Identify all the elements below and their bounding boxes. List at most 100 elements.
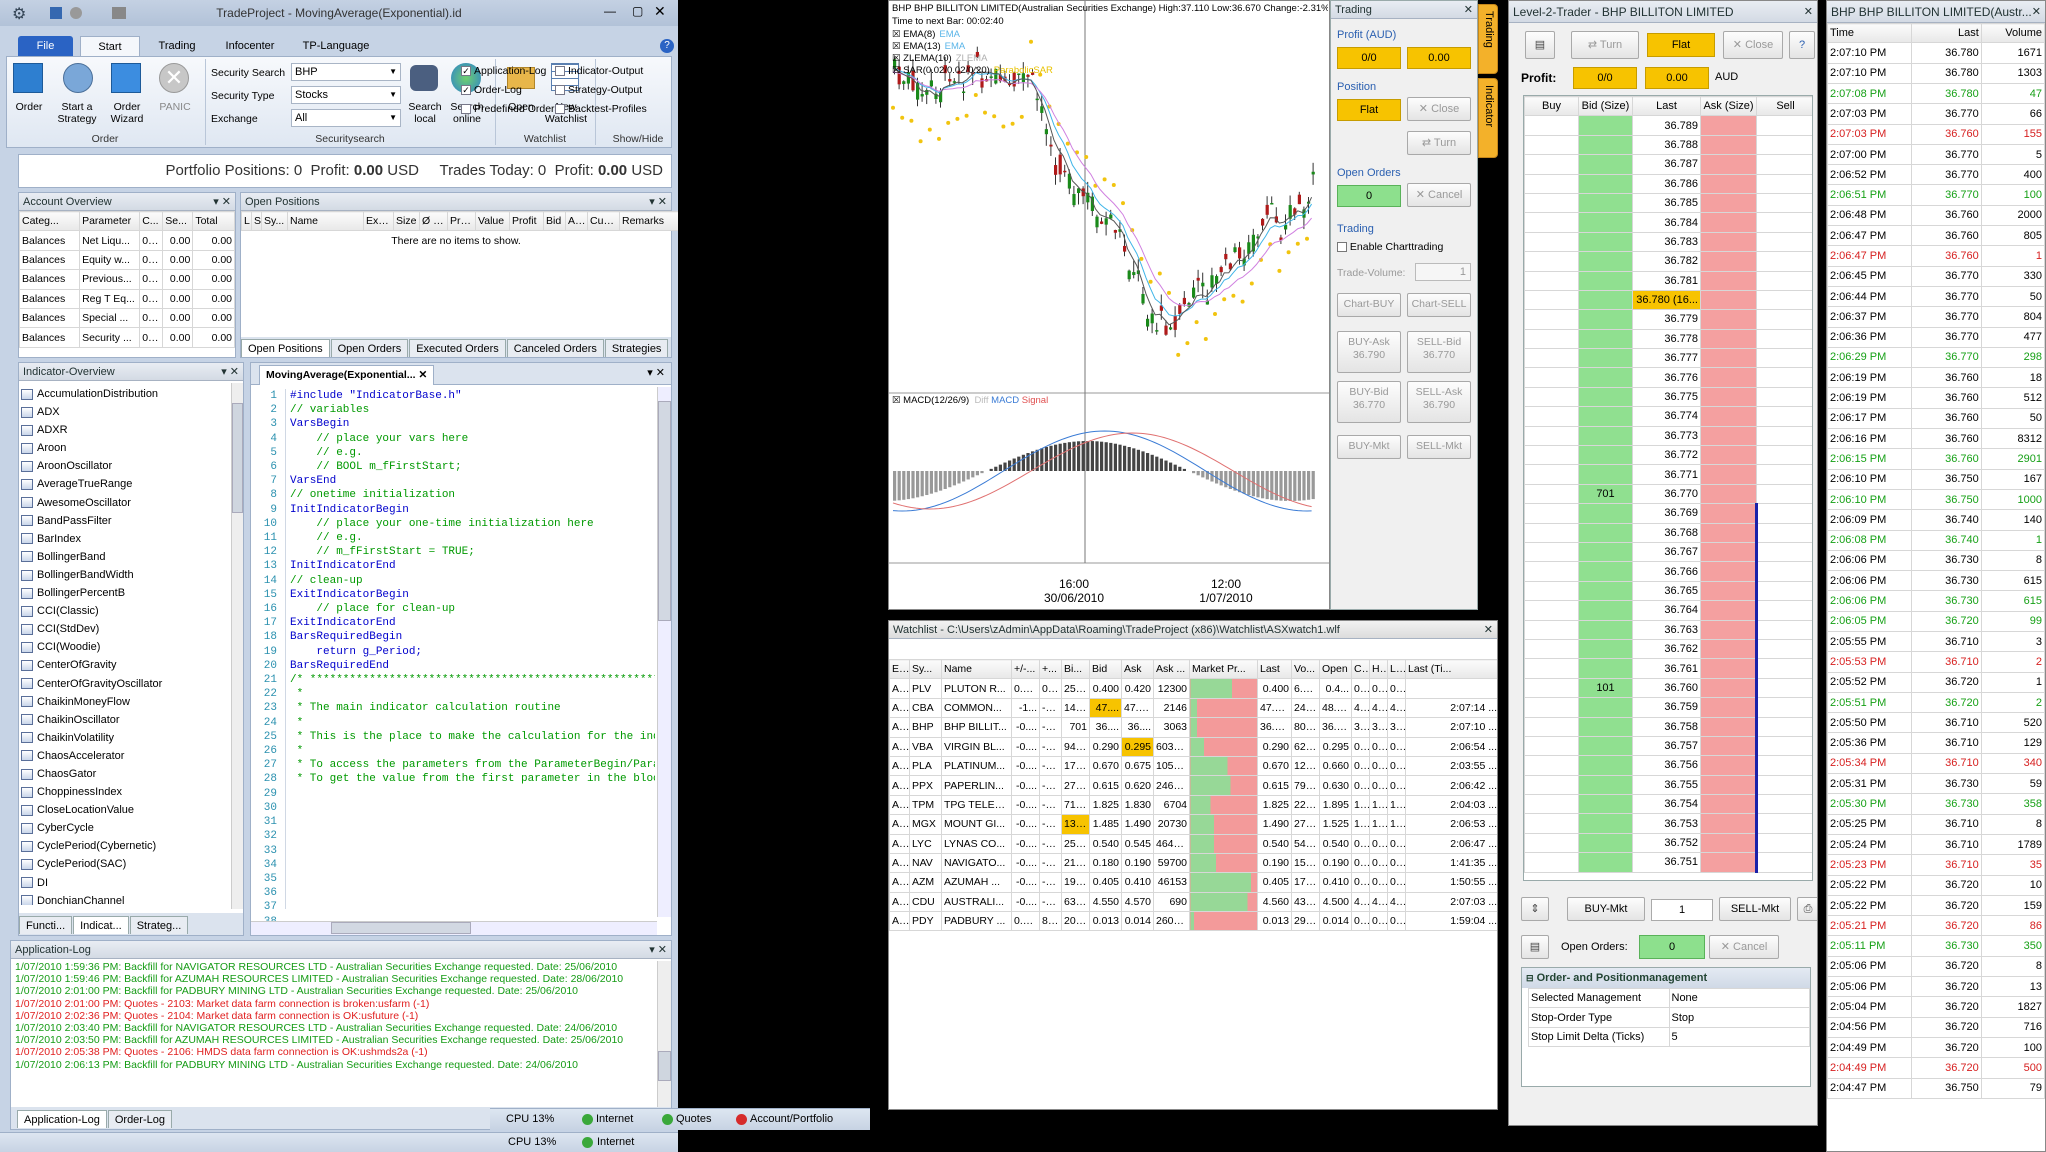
sell-cell[interactable] [1756,445,1812,466]
buy-cell[interactable] [1524,832,1579,854]
level2-qty-input[interactable]: 1 [1651,899,1713,921]
close-position-button[interactable]: ✕ Close [1407,97,1471,121]
buy-cell[interactable] [1524,852,1579,873]
ladder-row[interactable]: 36.779 [1524,309,1812,330]
buy-cell[interactable] [1524,134,1579,156]
ladder-row[interactable]: 36.761 [1524,658,1812,679]
ladder-row[interactable]: 36.763 [1524,619,1812,640]
watchlist-row[interactable]: A... PDY PADBURY ... 0.0... 8.... 209... 0.013… [889,911,1497,932]
buy-cell[interactable] [1524,483,1579,505]
ladder-row[interactable]: 36.751 [1524,852,1812,873]
ladder-row[interactable]: 36.767 [1524,541,1812,563]
ladder-row[interactable]: 36.775 [1524,386,1812,408]
wizard-icon[interactable] [111,63,141,93]
ladder-row[interactable]: 36.786 [1524,173,1812,194]
watchlist-close-icon[interactable]: ✕ [1484,621,1493,639]
indicator-item[interactable]: BollingerBandWidth [21,566,229,584]
legend-item[interactable]: ☒ EMA(8) EMA [892,29,1053,41]
ladder-row[interactable]: 36.764 [1524,600,1812,621]
sell-cell[interactable] [1755,735,1812,757]
legend-item[interactable]: ☒ SAR(0.02/0.02/0.20) ParabolicSAR [892,65,1053,77]
ladder-row[interactable]: 36.789 [1524,115,1812,136]
binoculars-icon[interactable] [410,65,438,91]
buy-cell[interactable] [1524,154,1579,175]
table-row[interactable]: Balances Security ... 0.00 0.00 0.00 [18,327,235,348]
table-row[interactable]: Balances Equity w... 0.00 0.00 0.00 [18,249,235,271]
sell-cell[interactable] [1756,425,1812,447]
buy-cell[interactable] [1524,231,1579,253]
ladder-row[interactable]: 101 36.760 [1524,677,1812,699]
buy-cell[interactable] [1524,774,1579,796]
watchlist-row[interactable]: A... PPX PAPERLIN... -0.... -2.... 277... 0.61… [889,775,1497,796]
editor-hscroll[interactable] [251,921,657,935]
sell-cell[interactable] [1756,483,1812,505]
buy-cell[interactable] [1524,677,1579,699]
sell-cell[interactable] [1755,600,1812,621]
ladder-row[interactable]: 36.754 [1524,794,1812,815]
panic-button[interactable]: PANIC [153,101,197,113]
sell-cell[interactable] [1756,154,1812,175]
ladder-row[interactable]: 36.752 [1524,832,1812,854]
ladder-row[interactable]: 36.778 [1524,328,1812,350]
ladder-row[interactable]: 701 36.770 [1524,483,1812,505]
panel-close-icon[interactable]: ▾ ✕ [649,941,667,959]
sell-cell[interactable] [1755,794,1812,815]
watchlist-row[interactable]: A... CBA COMMON... -1... -3... 146... 47.... 47… [889,697,1497,719]
sell-cell[interactable] [1755,658,1812,679]
buy-cell[interactable] [1524,115,1579,136]
watchlist-row[interactable]: A... PLV PLUTON R... 0.0... 0.... 250... 0.400… [889,678,1497,699]
buy-cell[interactable] [1524,289,1579,311]
sell-cell[interactable] [1755,561,1812,582]
watchlist-row[interactable]: A... LYC LYNAS CO... -0.... -1.... 254... 0.54… [889,833,1497,854]
editor-tab[interactable]: MovingAverage(Exponential... ✕ [259,365,435,385]
sell-cell[interactable] [1756,464,1812,485]
panel-close-icon[interactable]: ✕ [1464,1,1473,19]
buy-cell[interactable] [1524,619,1579,640]
sell-cell[interactable] [1756,328,1812,350]
search-local-button[interactable]: Search local [405,101,445,125]
trade-button-0[interactable]: Chart-BUY [1337,293,1401,317]
sell-cell[interactable] [1755,832,1812,854]
sell-cell[interactable] [1756,115,1812,136]
indicator-item[interactable]: ADXR [21,421,229,439]
trade-button-4[interactable]: BUY-Bid 36.770 [1337,381,1401,423]
indicator-item[interactable]: CCI(Classic) [21,602,229,620]
indicator-item[interactable]: CloseLocationValue [21,801,229,819]
ladder-row[interactable]: 36.782 [1524,251,1812,272]
sell-cell[interactable] [1755,580,1812,602]
ladder-row[interactable]: 36.753 [1524,813,1812,834]
level2-settings-button[interactable]: ▤ [1525,31,1555,59]
ladder-row[interactable]: 36.759 [1524,697,1812,718]
level2-extra-button[interactable]: ⎙ [1797,897,1817,921]
ladder-row[interactable]: 36.776 [1524,367,1812,388]
indicator-item[interactable]: ChoppinessIndex [21,783,229,801]
tab-0[interactable]: Open Positions [241,339,330,357]
sell-cell[interactable] [1755,503,1812,524]
ladder-row[interactable]: 36.781 [1524,270,1812,291]
buy-cell[interactable] [1524,522,1579,543]
log-scrollbar[interactable] [657,961,671,1107]
tab-tp-language[interactable]: TP-Language [286,36,386,56]
sell-cell[interactable] [1756,251,1812,272]
ladder-row[interactable]: 36.788 [1524,134,1812,156]
indicator-item[interactable]: CenterOfGravityOscillator [21,675,229,693]
ladder-row[interactable]: 36.785 [1524,192,1812,214]
buy-cell[interactable] [1524,328,1579,350]
indicator-item[interactable]: AwesomeOscillator [21,494,229,512]
level2-help-button[interactable]: ? [1789,31,1815,59]
watchlist-row[interactable]: A... TPM TPG TELEC... -0.... -4.... 7137 1.825… [889,794,1497,816]
ladder-row[interactable]: 36.783 [1524,231,1812,253]
indicator-item[interactable]: ChaikinVolatility [21,729,229,747]
editor-menu-icon[interactable]: ▾ ✕ [647,366,665,379]
indicator-item[interactable]: BollingerPercentB [21,584,229,602]
indicator-item[interactable]: AverageTrueRange [21,475,229,493]
level2-close-icon[interactable]: ✕ [1804,1,1813,23]
buy-cell[interactable] [1524,600,1579,621]
ladder-row[interactable]: 36.762 [1524,638,1812,660]
indicator-item[interactable]: DonchianChannel [21,892,229,905]
buy-cell[interactable] [1524,638,1579,660]
showhide-checkbox[interactable]: ✓ Application-Log [461,65,546,77]
sell-cell[interactable] [1755,522,1812,543]
level2-sell-mkt-button[interactable]: SELL-Mkt [1719,897,1791,921]
table-row[interactable]: Balances Reg T Eq... 0.00 0.00 0.00 [18,288,235,309]
